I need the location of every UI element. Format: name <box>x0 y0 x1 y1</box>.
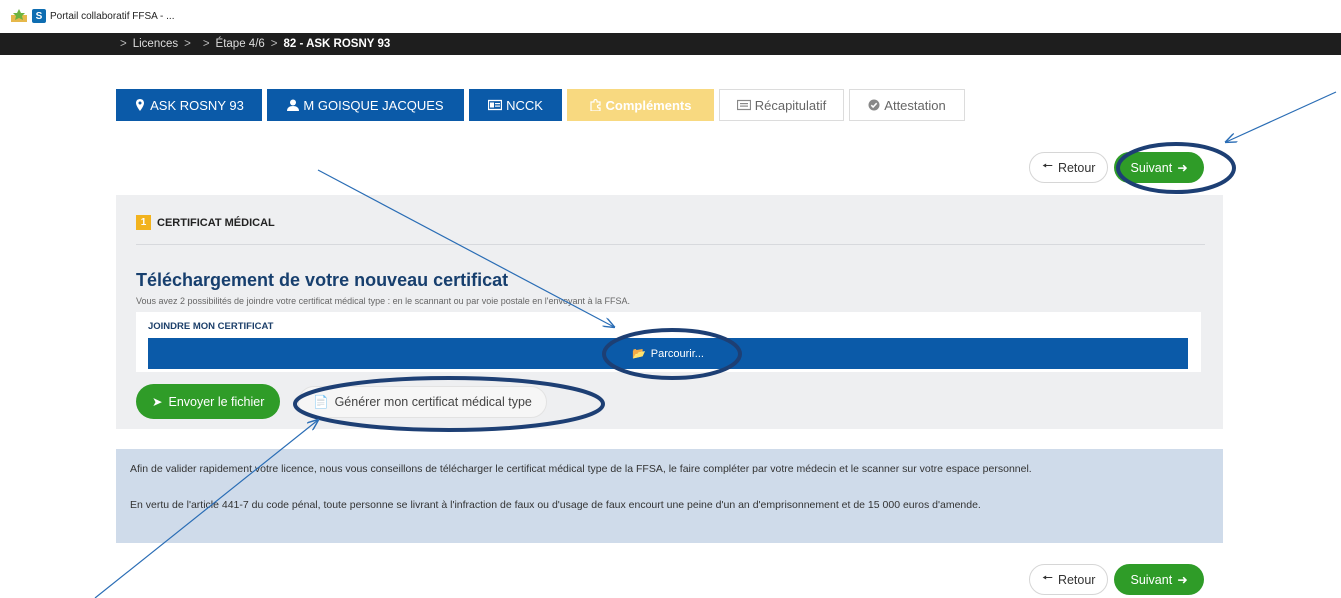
tab-licence-type[interactable]: NCCK <box>469 89 562 121</box>
tab-label: NCCK <box>506 97 543 113</box>
puzzle-icon <box>589 99 601 111</box>
section-header: 1 CERTIFICAT MÉDICAL <box>136 215 275 230</box>
tab-club[interactable]: ASK ROSNY 93 <box>116 89 262 121</box>
browser-tab-strip: S Portail collaboratif FFSA - ... <box>0 0 1341 33</box>
step-number-badge: 1 <box>136 215 151 230</box>
tab-label: ASK ROSNY 93 <box>150 97 244 113</box>
section-title: CERTIFICAT MÉDICAL <box>157 216 275 229</box>
check-circle-icon <box>868 99 880 111</box>
tab-complements[interactable]: Compléments <box>567 89 714 121</box>
info-paragraph-legal: En vertu de l'article 441-7 du code péna… <box>130 499 981 511</box>
tab-label: Attestation <box>884 97 946 113</box>
step-tabs: ASK ROSNY 93 M GOISQUE JACQUES NCCK Comp… <box>116 89 965 121</box>
arrow-left-icon: 🠔 <box>1042 159 1053 173</box>
breadcrumb: > Licences > > Étape 4/6 > 82 - ASK ROSN… <box>0 33 1341 55</box>
file-icon: 📄 <box>313 394 329 409</box>
paper-plane-icon: ➤ <box>152 395 163 409</box>
next-label: Suivant <box>1130 160 1173 175</box>
attach-label: JOINDRE MON CERTIFICAT <box>148 321 274 332</box>
info-paragraph: Afin de valider rapidement votre licence… <box>130 463 1032 475</box>
breadcrumb-current: 82 - ASK ROSNY 93 <box>283 38 391 50</box>
folder-open-icon: 📂 <box>632 348 646 360</box>
breadcrumb-separator: > <box>184 38 191 50</box>
arrow-right-icon: ➜ <box>1177 161 1188 175</box>
next-button[interactable]: Suivant ➜ <box>1114 152 1204 183</box>
back-label: Retour <box>1057 572 1096 587</box>
browse-label: Parcourir... <box>650 347 704 360</box>
breadcrumb-separator: > <box>120 38 127 50</box>
breadcrumb-step[interactable]: Étape 4/6 <box>216 38 265 50</box>
breadcrumb-separator: > <box>270 38 278 50</box>
arrow-right-icon: ➜ <box>1177 573 1188 587</box>
tab-attestation[interactable]: Attestation <box>849 89 965 121</box>
arrow-left-icon: 🠔 <box>1042 571 1053 585</box>
browse-button[interactable]: 📂 Parcourir... <box>148 338 1188 369</box>
sharepoint-icon: S <box>32 9 46 23</box>
back-label: Retour <box>1057 160 1096 175</box>
favorites-icon[interactable] <box>10 9 28 23</box>
upload-box: JOINDRE MON CERTIFICAT 📂 Parcourir... <box>136 312 1201 372</box>
send-label: Envoyer le fichier <box>168 394 265 409</box>
tab-label: Compléments <box>605 97 692 113</box>
upload-title: Téléchargement de votre nouveau certific… <box>136 270 509 290</box>
browser-tab[interactable]: S Portail collaboratif FFSA - ... <box>10 9 175 23</box>
generate-certificate-button[interactable]: 📄 Générer mon certificat médical type <box>298 386 547 418</box>
back-button-bottom[interactable]: 🠔 Retour <box>1029 564 1109 595</box>
tab-label: Récapitulatif <box>754 97 827 113</box>
divider <box>136 244 1205 245</box>
browser-tab-title: Portail collaboratif FFSA - ... <box>50 10 175 22</box>
map-marker-icon <box>136 99 145 111</box>
generate-label: Générer mon certificat médical type <box>334 395 532 409</box>
certificate-panel: 1 CERTIFICAT MÉDICAL Téléchargement de v… <box>116 195 1223 429</box>
send-file-button[interactable]: ➤ Envoyer le fichier <box>136 384 281 419</box>
arrow-to-next <box>1226 91 1337 142</box>
breadcrumb-licences[interactable]: Licences <box>133 38 178 50</box>
breadcrumb-separator: > <box>202 38 210 50</box>
user-icon <box>287 99 300 111</box>
id-card-icon <box>488 99 503 111</box>
tab-label: M GOISQUE JACQUES <box>303 97 444 113</box>
list-icon <box>736 99 751 111</box>
tab-recapitulatif[interactable]: Récapitulatif <box>719 89 844 121</box>
nav-bottom: 🠔 Retour Suivant ➜ <box>1029 564 1204 595</box>
page: S Portail collaboratif FFSA - ... > Lice… <box>0 0 1341 598</box>
upload-subtitle: Vous avez 2 possibilités de joindre votr… <box>136 296 630 306</box>
back-button[interactable]: 🠔 Retour <box>1029 152 1109 183</box>
nav-top: 🠔 Retour Suivant ➜ <box>1029 152 1204 183</box>
next-label: Suivant <box>1130 572 1173 587</box>
info-box: Afin de valider rapidement votre licence… <box>116 449 1223 543</box>
next-button-bottom[interactable]: Suivant ➜ <box>1114 564 1204 595</box>
tab-person[interactable]: M GOISQUE JACQUES <box>267 89 464 121</box>
